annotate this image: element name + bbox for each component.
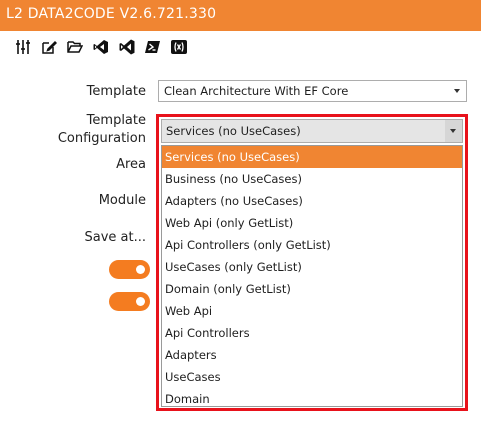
toggle-switch-2[interactable] <box>109 292 150 311</box>
chevron-down-icon <box>454 89 460 93</box>
edit-icon[interactable] <box>40 39 57 56</box>
template-configuration-label-line1: Template <box>86 113 146 128</box>
dropdown-option[interactable]: Web Api <box>162 300 462 322</box>
area-label: Area <box>116 157 146 172</box>
dropdown-option[interactable]: Api Controllers (only GetList) <box>162 234 462 256</box>
dropdown-option[interactable]: Business (no UseCases) <box>162 168 462 190</box>
dropdown-option[interactable]: Domain <box>162 388 462 410</box>
dropdown-option[interactable]: Adapters <box>162 344 462 366</box>
dropdown-option[interactable]: Api Controllers <box>162 322 462 344</box>
dropdown-option[interactable]: UseCases (only GetList) <box>162 256 462 278</box>
dropdown-option[interactable]: Domain (only GetList) <box>162 278 462 300</box>
powershell-icon[interactable] <box>144 39 161 56</box>
toggle-switch-1[interactable] <box>109 260 150 279</box>
dropdown-list: Services (no UseCases) Business (no UseC… <box>161 145 463 407</box>
window-title: L2 DATA2CODE V2.6.721.330 <box>6 6 217 22</box>
dropdown-button[interactable] <box>445 120 462 142</box>
dropdown-option[interactable]: UseCases <box>162 366 462 388</box>
toggle-knob <box>136 265 145 274</box>
dropdown-option[interactable]: Adapters (no UseCases) <box>162 190 462 212</box>
dropdown-option[interactable]: Services (no UseCases) <box>162 146 462 168</box>
visual-studio-icon[interactable] <box>92 39 109 56</box>
template-label: Template <box>86 84 146 99</box>
template-select-value: Clean Architecture With EF Core <box>164 84 349 98</box>
settings-sliders-icon[interactable] <box>14 39 31 56</box>
template-configuration-label-line2: Configuration <box>57 131 146 146</box>
template-configuration-value: Services (no UseCases) <box>166 124 301 138</box>
module-label: Module <box>98 193 146 208</box>
toggle-knob <box>136 297 145 306</box>
template-configuration-label: Template Configuration <box>50 112 146 148</box>
template-configuration-select[interactable]: Services (no UseCases) <box>161 119 463 143</box>
save-at-label: Save at... <box>84 230 146 245</box>
template-select[interactable]: Clean Architecture With EF Core <box>158 80 467 102</box>
visual-studio-code-icon[interactable] <box>118 39 135 56</box>
template-configuration-dropdown-highlight: Services (no UseCases) Services (no UseC… <box>156 114 468 411</box>
chevron-down-icon <box>450 129 456 133</box>
dropdown-option[interactable]: Web Api (only GetList) <box>162 212 462 234</box>
toolbar <box>14 37 187 57</box>
open-folder-icon[interactable] <box>66 39 83 56</box>
variable-icon[interactable] <box>170 39 187 56</box>
title-bar: L2 DATA2CODE V2.6.721.330 <box>0 0 481 31</box>
